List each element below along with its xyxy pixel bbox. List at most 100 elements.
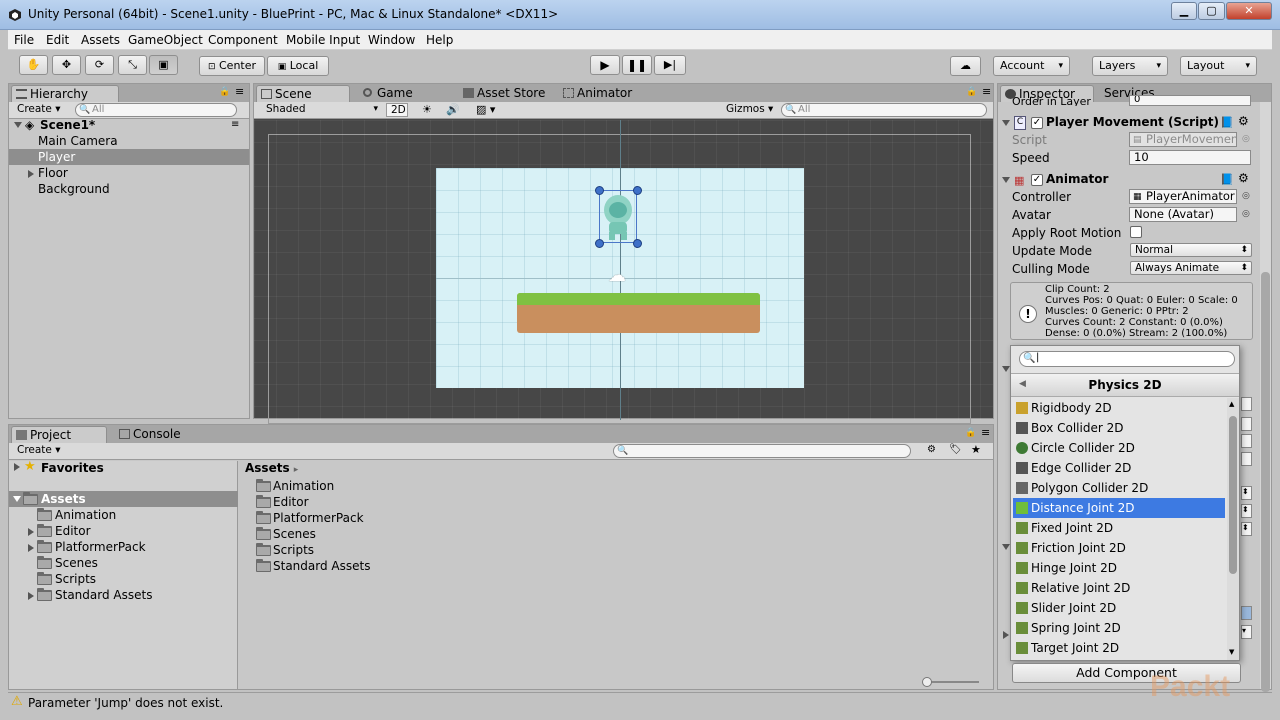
menu-component[interactable]: Component (208, 33, 278, 47)
scene-panel-menu-icon[interactable]: ≡ (982, 85, 991, 98)
resize-handle-tr[interactable] (633, 186, 642, 195)
hidden-component-collapsed-icon[interactable] (1003, 631, 1009, 639)
help-book-icon[interactable]: 📘 (1220, 116, 1234, 129)
inspector-scrollbar[interactable] (1260, 102, 1271, 692)
hidden-dropdown-3[interactable]: ⬍ (1241, 522, 1252, 536)
component-item-friction-joint-2d[interactable]: Friction Joint 2D (1013, 538, 1225, 558)
tab-hierarchy[interactable]: Hierarchy (11, 85, 119, 102)
floor-expand-icon[interactable] (28, 170, 34, 178)
favorites-expand-icon[interactable] (14, 463, 20, 471)
icon-size-slider[interactable] (927, 681, 979, 683)
component-item-fixed-joint-2d[interactable]: Fixed Joint 2D (1013, 518, 1225, 538)
floor-sprite[interactable] (517, 293, 760, 333)
close-button[interactable]: ✕ (1226, 2, 1272, 20)
popup-scroll-down-icon[interactable]: ▼ (1229, 648, 1234, 656)
filter-by-label-icon[interactable]: 🏷 (949, 444, 962, 455)
platformerpack-expand-icon[interactable] (28, 544, 34, 552)
component-item-target-joint-2d[interactable]: Target Joint 2D (1013, 638, 1225, 658)
player-movement-enabled-checkbox[interactable]: ✓ (1031, 117, 1043, 129)
hidden-help-button[interactable] (1241, 606, 1252, 620)
filter-by-type-icon[interactable]: ⚙ (927, 444, 936, 455)
hidden-component-foldout-icon-2[interactable] (1002, 544, 1010, 550)
assets-expand-icon[interactable] (13, 496, 21, 502)
lock-icon[interactable]: 🔒 (219, 87, 230, 97)
component-item-circle-collider-2d[interactable]: Circle Collider 2D (1013, 438, 1225, 458)
component-item-box-collider-2d[interactable]: Box Collider 2D (1013, 418, 1225, 438)
project-breadcrumb[interactable]: Assets ▸ (245, 460, 298, 476)
pause-button[interactable]: ❚❚ (622, 55, 652, 75)
resize-handle-bl[interactable] (595, 239, 604, 248)
step-button[interactable]: ▶| (654, 55, 686, 75)
lighting-icon[interactable]: ☀ (422, 103, 432, 116)
component-item-polygon-collider-2d[interactable]: Polygon Collider 2D (1013, 478, 1225, 498)
animator-help-icon[interactable]: 📘 (1220, 173, 1234, 186)
hidden-component-foldout-icon[interactable] (1002, 366, 1010, 372)
maximize-button[interactable]: ▢ (1198, 2, 1225, 20)
layout-dropdown[interactable]: Layout (1180, 56, 1257, 76)
menu-gameobject[interactable]: GameObject (128, 33, 203, 47)
pivot-space-toggle[interactable]: ▣ Local (267, 56, 329, 76)
effects-icon[interactable]: ▨ ▾ (476, 103, 495, 116)
component-item-slider-joint-2d[interactable]: Slider Joint 2D (1013, 598, 1225, 618)
menu-window[interactable]: Window (368, 33, 415, 47)
hierarchy-search-input[interactable]: 🔍 All (75, 103, 237, 117)
hidden-dropdown-2[interactable]: ⬍ (1241, 504, 1252, 518)
animator-settings-icon[interactable]: ⚙ (1238, 171, 1249, 185)
tree-platformerpack[interactable]: PlatformerPack (55, 539, 146, 555)
settings-gear-icon[interactable]: ⚙ (1238, 114, 1249, 128)
file-editor[interactable]: Editor (273, 494, 309, 510)
order-in-layer-field[interactable]: 0 (1129, 95, 1251, 106)
tab-console[interactable]: Console (115, 426, 195, 443)
file-standard-assets[interactable]: Standard Assets (273, 558, 370, 574)
hidden-dropdown-4[interactable]: ▾ (1241, 625, 1252, 639)
standard-assets-expand-icon[interactable] (28, 592, 34, 600)
component-item-edge-collider-2d[interactable]: Edge Collider 2D (1013, 458, 1225, 478)
tree-scripts[interactable]: Scripts (55, 571, 96, 587)
speed-field[interactable]: 10 (1129, 150, 1251, 165)
player-movement-title[interactable]: Player Movement (Script) (1046, 115, 1226, 133)
tab-game[interactable]: Game (359, 85, 429, 102)
component-item-spring-joint-2d[interactable]: Spring Joint 2D (1013, 618, 1225, 638)
gizmos-dropdown[interactable]: Gizmos ▾ (722, 103, 774, 117)
2d-toggle[interactable]: 2D (386, 103, 408, 117)
tree-standard-assets[interactable]: Standard Assets (55, 587, 152, 603)
popup-scroll-up-icon[interactable]: ▲ (1229, 400, 1234, 408)
tab-scene[interactable]: Scene (256, 85, 350, 102)
hand-tool-button[interactable]: ✋ (19, 55, 48, 75)
project-lock-icon[interactable]: 🔒 (965, 428, 976, 438)
component-item-hinge-joint-2d[interactable]: Hinge Joint 2D (1013, 558, 1225, 578)
controller-field[interactable]: ▦ PlayerAnimator (1129, 189, 1237, 204)
rect-tool-button[interactable]: ▣ (149, 55, 178, 75)
icon-size-slider-thumb[interactable] (922, 677, 932, 687)
scene-menu-icon[interactable]: ≡ (231, 119, 239, 130)
component-search-input[interactable]: 🔍 | (1019, 351, 1235, 367)
account-dropdown[interactable]: Account (993, 56, 1070, 76)
hidden-field-2[interactable] (1241, 417, 1252, 431)
tree-editor[interactable]: Editor (55, 523, 91, 539)
component-item-rigidbody-2d[interactable]: Rigidbody 2D (1013, 398, 1225, 418)
culling-mode-dropdown[interactable]: Always Animate (1130, 261, 1252, 275)
minimize-button[interactable]: ▁ (1171, 2, 1197, 20)
file-scripts[interactable]: Scripts (273, 542, 314, 558)
hidden-dropdown-1[interactable]: ⬍ (1241, 486, 1252, 500)
menu-help[interactable]: Help (426, 33, 453, 47)
play-button[interactable]: ▶ (590, 55, 620, 75)
file-scenes[interactable]: Scenes (273, 526, 316, 542)
hidden-field-3[interactable] (1241, 434, 1252, 448)
menu-file[interactable]: File (14, 33, 34, 47)
scene-search-input[interactable]: 🔍 All (781, 103, 987, 117)
resize-handle-br[interactable] (633, 239, 642, 248)
hierarchy-item-background[interactable]: Background (38, 181, 110, 197)
controller-picker-icon[interactable]: ◎ (1242, 191, 1250, 201)
hierarchy-item-player[interactable]: Player (9, 149, 249, 165)
update-mode-dropdown[interactable]: Normal (1130, 243, 1252, 257)
hierarchy-item-floor[interactable]: Floor (38, 165, 68, 181)
component-item-relative-joint-2d[interactable]: Relative Joint 2D (1013, 578, 1225, 598)
project-search-input[interactable]: 🔍 (613, 444, 911, 458)
hierarchy-create-dropdown[interactable]: Create ▾ (13, 103, 68, 117)
scene-lock-icon[interactable]: 🔒 (966, 87, 977, 97)
menu-assets[interactable]: Assets (81, 33, 120, 47)
panel-menu-icon[interactable]: ≡ (235, 85, 244, 98)
pivot-center-toggle[interactable]: ⊡ Center (199, 56, 265, 76)
shading-mode-dropdown[interactable]: Shaded ▾ (262, 103, 380, 117)
